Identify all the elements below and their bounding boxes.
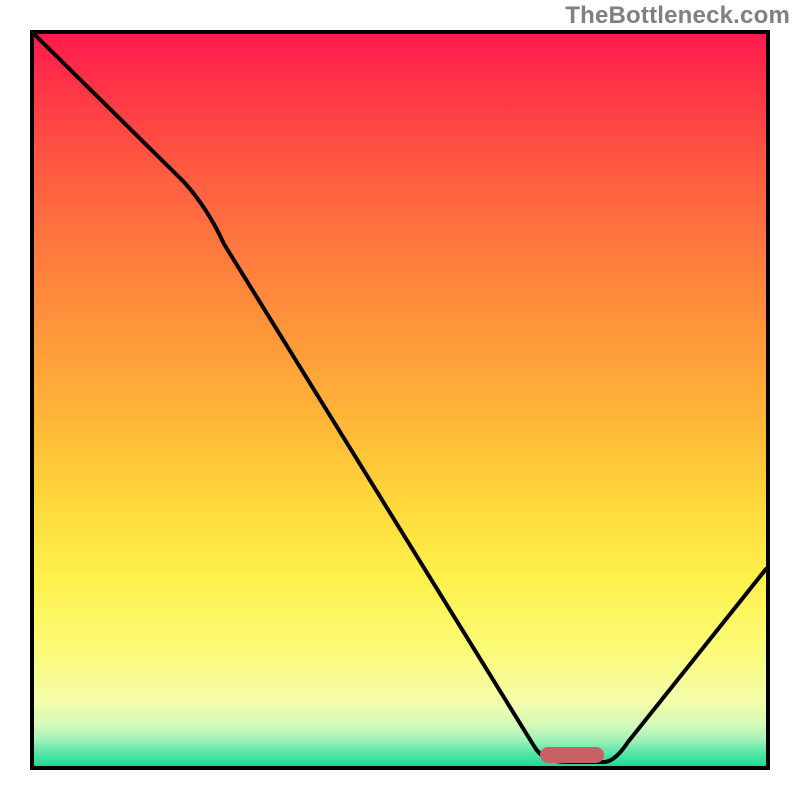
optimal-range-pill	[540, 747, 604, 763]
chart-svg	[34, 34, 766, 766]
bottleneck-curve-line	[34, 34, 766, 762]
watermark-text: TheBottleneck.com	[565, 2, 790, 30]
chart-stage: TheBottleneck.com	[0, 0, 800, 800]
plot-frame	[30, 30, 770, 770]
